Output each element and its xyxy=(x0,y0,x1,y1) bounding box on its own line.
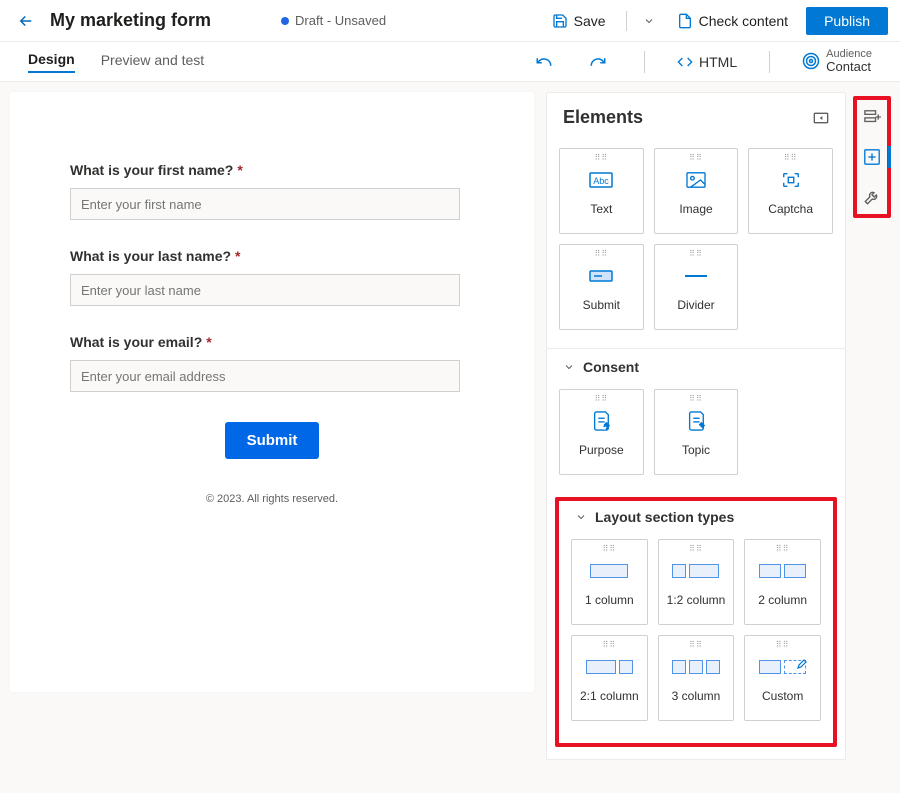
status-text: Draft - Unsaved xyxy=(295,13,386,28)
two-column-icon xyxy=(759,557,806,585)
field-label: What is your email?* xyxy=(70,334,460,350)
field-label: What is your first name?* xyxy=(70,162,460,178)
svg-text:Abc: Abc xyxy=(594,176,610,186)
save-button[interactable]: Save xyxy=(544,9,614,33)
top-toolbar: My marketing form Draft - Unsaved Save C… xyxy=(0,0,900,42)
drag-grip-icon: ⠿⠿ xyxy=(689,640,703,649)
back-button[interactable] xyxy=(12,7,40,35)
divider-icon xyxy=(683,262,709,290)
redo-button[interactable] xyxy=(584,53,612,71)
element-topic[interactable]: ⠿⠿ Topic xyxy=(654,389,739,475)
drag-grip-icon: ⠿⠿ xyxy=(689,153,703,162)
element-captcha[interactable]: ⠿⠿ Captcha xyxy=(748,148,833,234)
layout-3-column[interactable]: ⠿⠿ 3 column xyxy=(658,635,735,721)
drag-grip-icon: ⠿⠿ xyxy=(689,544,703,553)
audience-value: Contact xyxy=(826,60,872,74)
html-view-button[interactable]: HTML xyxy=(677,54,737,70)
last-name-input[interactable] xyxy=(70,274,460,306)
layout-2-1-column[interactable]: ⠿⠿ 2:1 column xyxy=(571,635,648,721)
page-title: My marketing form xyxy=(50,10,211,31)
layout-custom[interactable]: ⠿⠿ Custom xyxy=(744,635,821,721)
arrow-left-icon xyxy=(17,12,35,30)
drag-grip-icon: ⠿⠿ xyxy=(594,153,608,162)
layout-2-column[interactable]: ⠿⠿ 2 column xyxy=(744,539,821,625)
field-label: What is your last name?* xyxy=(70,248,460,264)
save-icon xyxy=(552,13,568,29)
topic-icon xyxy=(686,407,706,435)
add-element-icon xyxy=(863,148,881,166)
save-label: Save xyxy=(574,13,606,29)
submit-button-icon xyxy=(588,262,614,290)
status-badge: Draft - Unsaved xyxy=(281,13,386,28)
drag-grip-icon: ⠿⠿ xyxy=(784,153,798,162)
code-icon xyxy=(677,54,693,70)
drag-grip-icon: ⠿⠿ xyxy=(689,249,703,258)
save-dropdown[interactable] xyxy=(639,15,659,27)
sub-toolbar: Design Preview and test HTML Audience Co… xyxy=(0,42,900,82)
layout-1-column[interactable]: ⠿⠿ 1 column xyxy=(571,539,648,625)
form-canvas[interactable]: What is your first name?* What is your l… xyxy=(10,92,534,692)
panel-title: Elements xyxy=(563,107,813,128)
one-column-icon xyxy=(590,557,628,585)
text-icon: Abc xyxy=(588,166,614,194)
status-dot-icon xyxy=(281,17,289,25)
right-rail xyxy=(852,92,892,218)
undo-button[interactable] xyxy=(530,53,558,71)
canvas-area: What is your first name?* What is your l… xyxy=(10,92,534,692)
target-icon xyxy=(802,52,820,70)
check-content-label: Check content xyxy=(699,13,789,29)
workspace: What is your first name?* What is your l… xyxy=(0,82,900,770)
tab-design[interactable]: Design xyxy=(28,51,75,73)
element-image[interactable]: ⠿⠿ Image xyxy=(654,148,739,234)
form-fields-icon xyxy=(863,109,881,125)
drag-grip-icon: ⠿⠿ xyxy=(594,394,608,403)
image-icon xyxy=(685,166,707,194)
custom-layout-icon xyxy=(759,653,806,681)
two-one-column-icon xyxy=(586,653,633,681)
collapse-icon xyxy=(813,111,829,125)
first-name-input[interactable] xyxy=(70,188,460,220)
collapse-panel-button[interactable] xyxy=(813,111,829,125)
drag-grip-icon: ⠿⠿ xyxy=(776,544,790,553)
rail-styles-button[interactable] xyxy=(859,184,885,210)
copyright-text: © 2023. All rights reserved. xyxy=(70,493,474,505)
element-purpose[interactable]: ⠿⠿ Purpose xyxy=(559,389,644,475)
field-last-name[interactable]: What is your last name?* xyxy=(70,248,460,306)
section-layout-header[interactable]: Layout section types xyxy=(559,503,833,529)
chevron-down-icon xyxy=(575,511,587,523)
highlight-layout-section: Layout section types ⠿⠿ 1 column ⠿⠿ 1:2 … xyxy=(555,497,837,747)
field-first-name[interactable]: What is your first name?* xyxy=(70,162,460,220)
layout-1-2-column[interactable]: ⠿⠿ 1:2 column xyxy=(658,539,735,625)
wrench-icon xyxy=(863,188,881,206)
element-text[interactable]: ⠿⠿ Abc Text xyxy=(559,148,644,234)
drag-grip-icon: ⠿⠿ xyxy=(776,640,790,649)
rail-form-fields-button[interactable] xyxy=(859,104,885,130)
form-submit-button[interactable]: Submit xyxy=(225,422,320,459)
purpose-icon xyxy=(591,407,611,435)
document-check-icon xyxy=(677,13,693,29)
chevron-down-icon xyxy=(643,15,655,27)
captcha-icon xyxy=(780,166,802,194)
drag-grip-icon: ⠿⠿ xyxy=(594,249,608,258)
check-content-button[interactable]: Check content xyxy=(669,9,797,33)
rail-elements-button[interactable] xyxy=(859,144,885,170)
one-two-column-icon xyxy=(672,557,719,585)
drag-grip-icon: ⠿⠿ xyxy=(602,544,616,553)
field-email[interactable]: What is your email?* xyxy=(70,334,460,392)
drag-grip-icon: ⠿⠿ xyxy=(602,640,616,649)
redo-icon xyxy=(589,53,607,71)
element-submit[interactable]: ⠿⠿ Submit xyxy=(559,244,644,330)
highlight-rail xyxy=(853,96,891,218)
undo-icon xyxy=(535,53,553,71)
elements-panel: Elements ⠿⠿ Abc Text ⠿⠿ Image ⠿⠿ xyxy=(546,92,846,760)
email-input[interactable] xyxy=(70,360,460,392)
element-divider[interactable]: ⠿⠿ Divider xyxy=(654,244,739,330)
section-consent-header[interactable]: Consent xyxy=(547,348,845,379)
tab-preview[interactable]: Preview and test xyxy=(101,52,205,72)
chevron-down-icon xyxy=(563,361,575,373)
publish-button[interactable]: Publish xyxy=(806,7,888,35)
three-column-icon xyxy=(672,653,720,681)
drag-grip-icon: ⠿⠿ xyxy=(689,394,703,403)
audience-selector[interactable]: Audience Contact xyxy=(802,48,872,74)
